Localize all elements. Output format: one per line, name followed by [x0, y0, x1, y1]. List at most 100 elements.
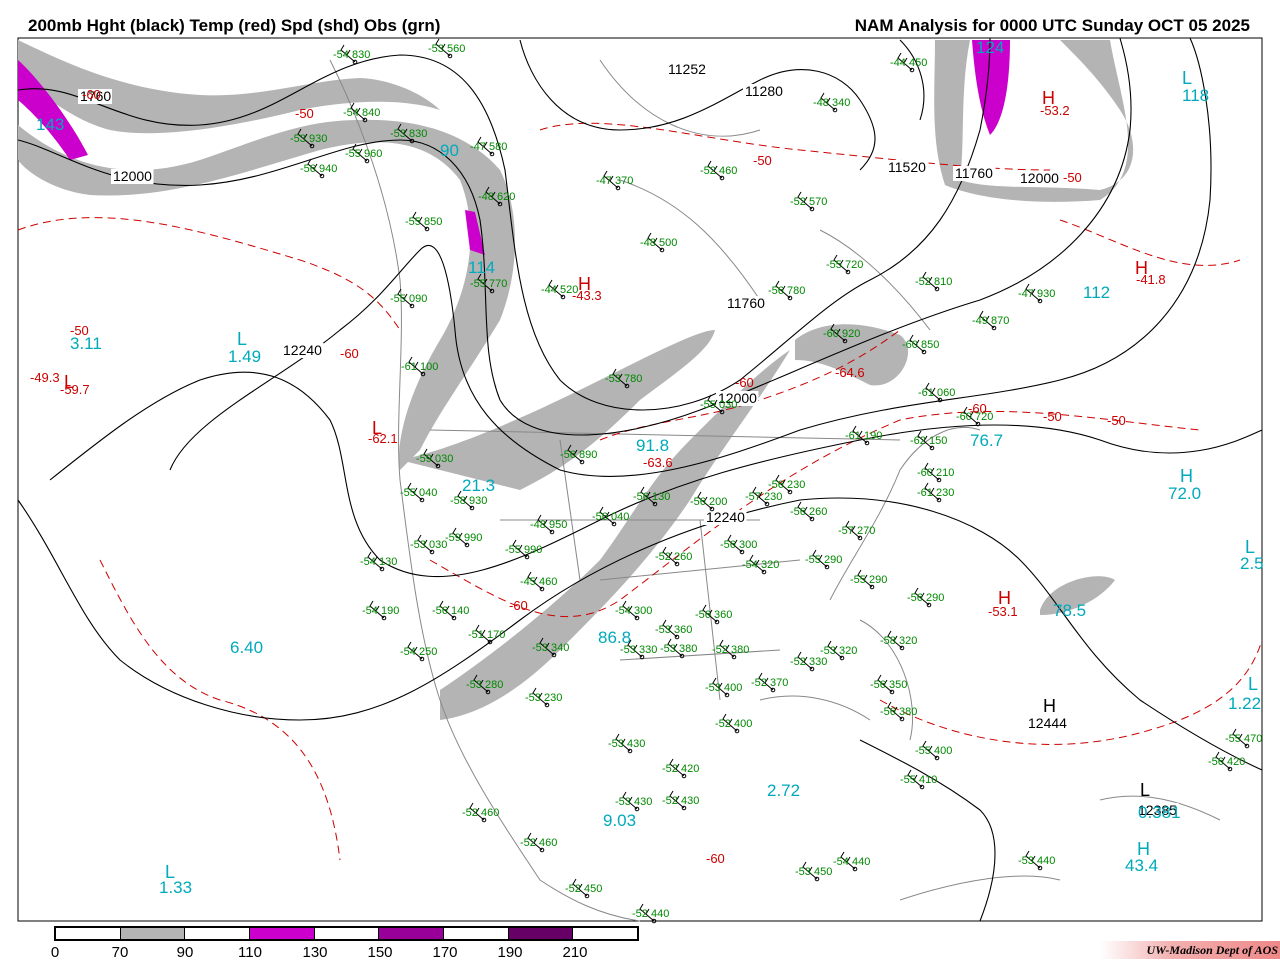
- speed-label: 112: [1083, 283, 1110, 302]
- station-ob-text: -52 440: [632, 908, 669, 920]
- station-ob-text: -54 840: [343, 107, 380, 119]
- low-center: L: [165, 862, 175, 882]
- temperature-label: -64.6: [835, 365, 865, 380]
- height-label: 11280: [745, 83, 783, 99]
- height-label: 11252: [668, 61, 706, 77]
- speed-label: 143: [36, 115, 64, 134]
- station-ob-text: -60 720: [956, 411, 993, 423]
- temperature-label: -60: [509, 598, 528, 613]
- station-ob-text: -53 280: [466, 679, 503, 691]
- station-ob-text: -61 060: [918, 387, 955, 399]
- temperature-label: -60: [706, 851, 725, 866]
- station-ob-text: -55 400: [915, 745, 952, 757]
- low-center: L: [372, 418, 382, 438]
- station-ob-text: -55 290: [850, 574, 887, 586]
- height-label: 12000: [1020, 170, 1059, 186]
- station-ob-text: -56 420: [1208, 756, 1245, 768]
- station-ob-text: -53 360: [655, 624, 692, 636]
- speed-label: 91.8: [636, 436, 669, 455]
- high-center: H: [1137, 839, 1150, 859]
- station-ob-text: -56 040: [592, 511, 629, 523]
- temperature-label: -50: [1107, 413, 1126, 428]
- station-ob-text: -52 450: [565, 883, 602, 895]
- station-ob-text: -53 400: [705, 682, 742, 694]
- speed-label: 1.22: [1228, 694, 1261, 713]
- speed-label: 2.72: [767, 781, 800, 800]
- station-ob-text: -56 890: [560, 449, 597, 461]
- station-ob-text: -45 460: [520, 576, 557, 588]
- legend-swatch: [314, 928, 380, 939]
- legend-tick: 210: [562, 944, 588, 961]
- speed-label: 114: [468, 258, 495, 277]
- station-ob-text: -53 560: [428, 43, 465, 55]
- station-ob-text: -55 030: [700, 399, 737, 411]
- credit-logo: UW-Madison Dept of AOS: [1100, 941, 1280, 959]
- legend-swatch: [379, 928, 445, 939]
- low-center: L: [237, 329, 247, 349]
- high-center: H: [1180, 466, 1193, 486]
- station-ob-text: -53 430: [608, 738, 645, 750]
- temperature-label: -49.3: [30, 370, 60, 385]
- station-ob-text: -53 440: [1018, 855, 1055, 867]
- station-ob-text: -53 430: [615, 796, 652, 808]
- station-ob-text: -57 270: [838, 525, 875, 537]
- station-ob-text: -56 200: [690, 496, 727, 508]
- station-ob-text: -55 770: [470, 278, 507, 290]
- valid-time-title: NAM Analysis for 0000 UTC Sunday OCT 05 …: [854, 16, 1250, 35]
- speed-color-legend: [54, 926, 639, 941]
- station-ob-text: -55 410: [900, 774, 937, 786]
- station-ob-text: -58 320: [880, 635, 917, 647]
- station-ob-text: -47 580: [470, 141, 507, 153]
- station-ob-text: -56 300: [720, 539, 757, 551]
- station-ob-text: -54 190: [362, 605, 399, 617]
- speed-label: 9.03: [603, 811, 636, 830]
- legend-ticks: 0 70 90 110 130 150 170 190 210: [0, 944, 700, 961]
- station-ob-text: -53 030: [410, 539, 447, 551]
- high-center: H: [1043, 696, 1056, 716]
- station-ob-text: -51 170: [468, 629, 505, 641]
- temperature-label: -60: [735, 375, 754, 390]
- legend-tick: 70: [111, 944, 129, 961]
- legend-swatch: [508, 928, 574, 939]
- station-ob-text: -62 150: [910, 435, 947, 447]
- station-ob-text: -48 500: [640, 237, 677, 249]
- station-ob-text: -59 990: [445, 532, 482, 544]
- station-ob-text: -53 380: [660, 643, 697, 655]
- height-label: 11520: [888, 159, 926, 175]
- chart-title: 200mb Hght (black) Temp (red) Spd (shd) …: [28, 16, 441, 35]
- station-ob-text: -55 090: [390, 293, 427, 305]
- legend-tick: 190: [497, 944, 523, 961]
- high-center: H: [1042, 88, 1055, 108]
- legend-tick: 130: [302, 944, 328, 961]
- station-ob-text: -56 940: [300, 163, 337, 175]
- legend-tick: 150: [367, 944, 393, 961]
- speed-label: 1.49: [228, 347, 261, 366]
- legend-swatch: [120, 928, 186, 939]
- station-ob-text: -52 260: [655, 551, 692, 563]
- speed-label: 78.5: [1053, 601, 1086, 620]
- station-ob-text: -54 250: [400, 646, 437, 658]
- station-ob-text: -44 520: [541, 284, 578, 296]
- high-center: H: [578, 274, 591, 294]
- station-ob-text: -60 210: [917, 467, 954, 479]
- station-ob-text: -56 350: [870, 679, 907, 691]
- station-ob-text: -56 140: [432, 605, 469, 617]
- station-ob-text: -60 850: [902, 339, 939, 351]
- temperature-label: -60: [82, 87, 101, 102]
- speed-label: 21.3: [462, 476, 495, 495]
- height-label: 12240: [706, 509, 745, 525]
- station-ob-text: -52 460: [462, 807, 499, 819]
- station-ob-text: -56 780: [768, 285, 805, 297]
- station-ob-text: -48 950: [530, 519, 567, 531]
- station-ob-text: -56 230: [768, 479, 805, 491]
- station-ob-text: -56 260: [790, 506, 827, 518]
- station-ob-text: -52 460: [700, 165, 737, 177]
- low-center: L: [1140, 780, 1150, 800]
- speed-label: 90: [440, 141, 459, 160]
- legend-swatch: [444, 928, 509, 939]
- station-ob-text: -54 440: [833, 856, 870, 868]
- station-ob-text: -57 230: [745, 491, 782, 503]
- station-ob-text: -52 330: [790, 656, 827, 668]
- station-ob-text: -47 930: [1018, 288, 1055, 300]
- weather-map: 1128011520 11760 1200012000117601224012000…: [17, 37, 1264, 924]
